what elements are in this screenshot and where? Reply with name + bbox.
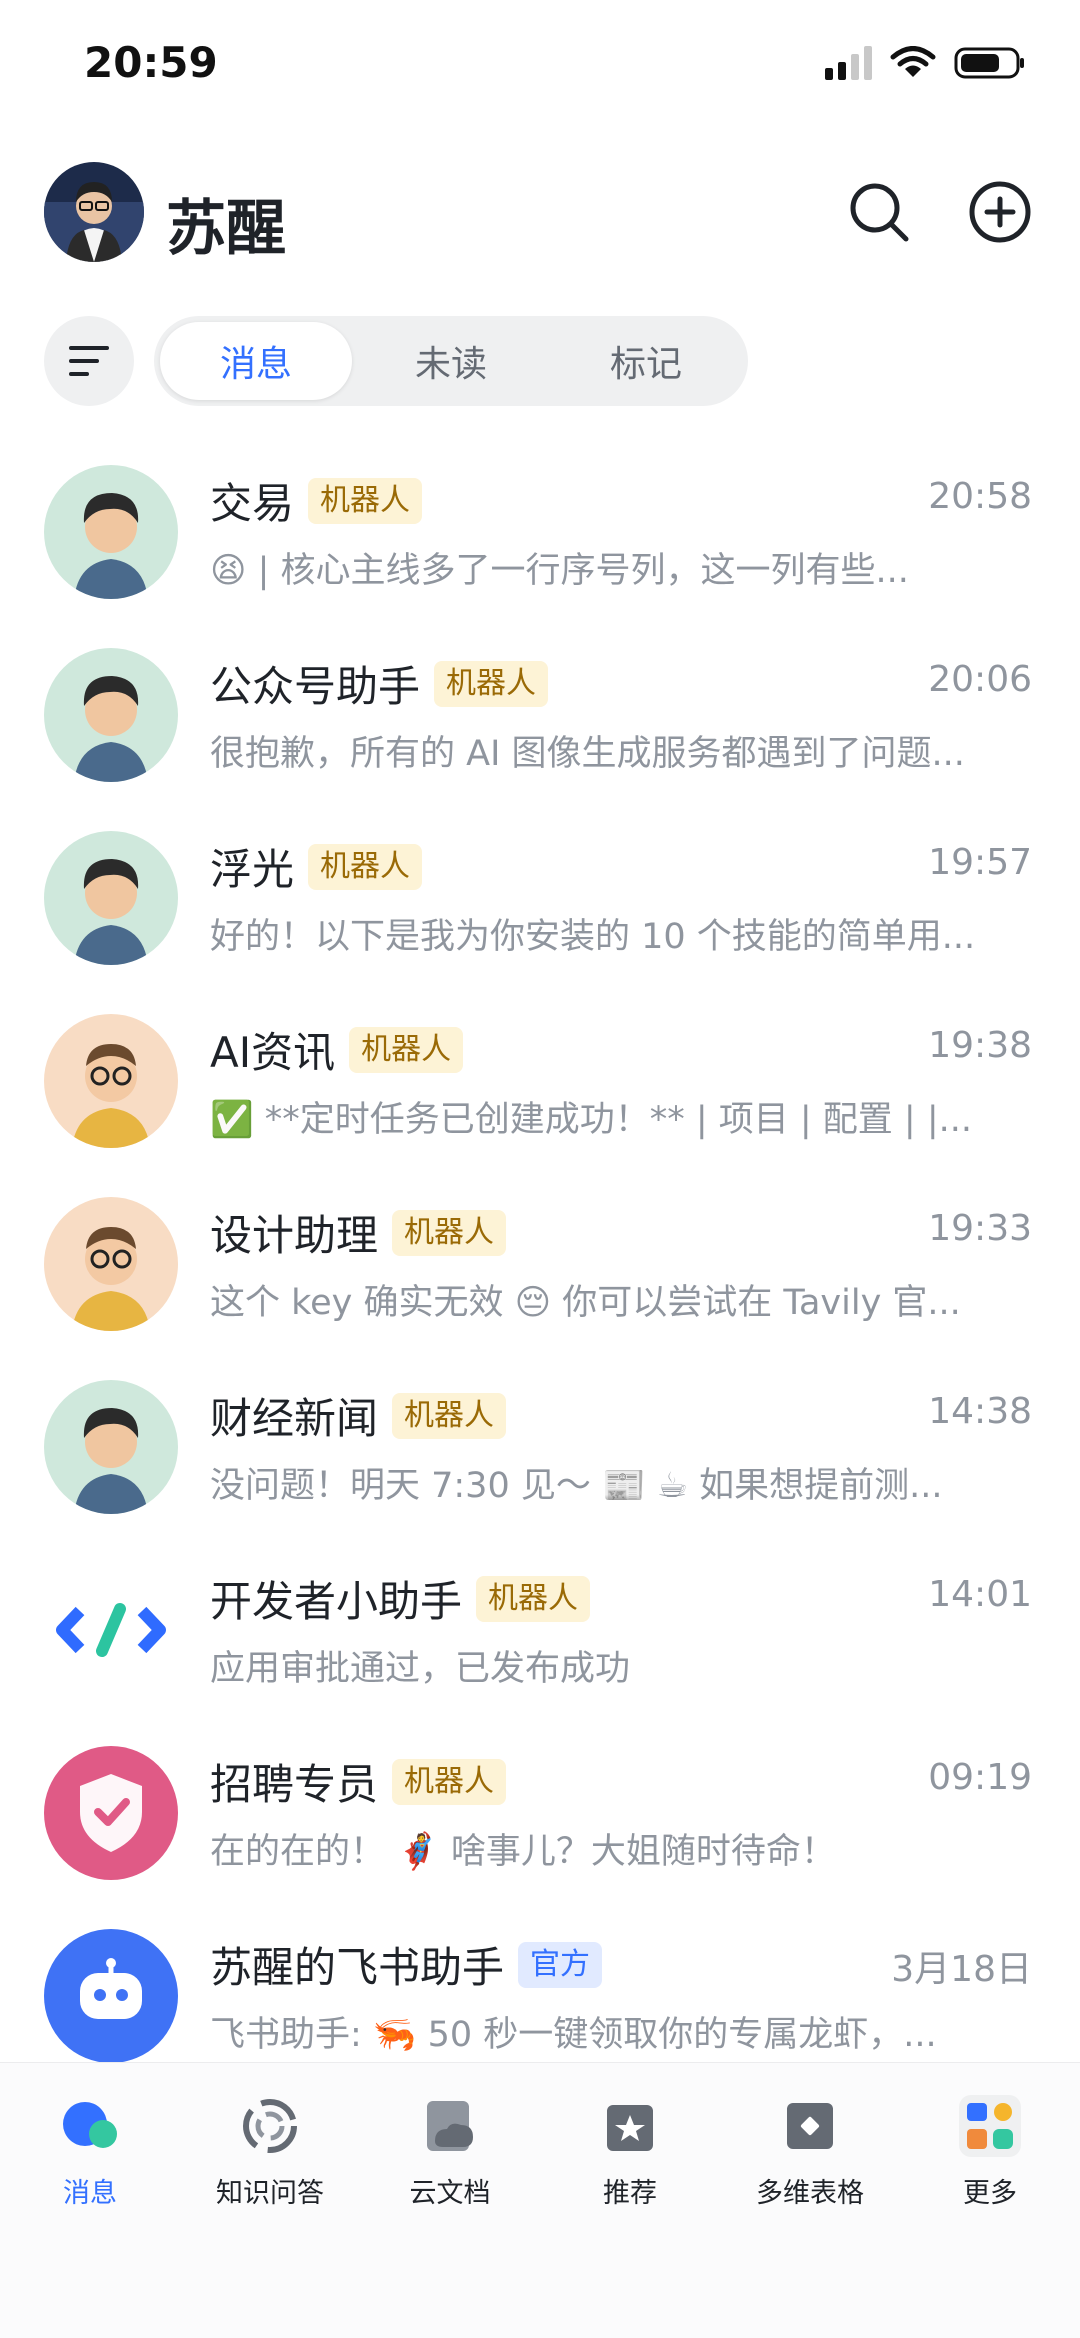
search-button[interactable]	[841, 174, 917, 250]
chat-name: AI资讯 机器人	[210, 1019, 464, 1080]
chat-preview: 没问题！明天 7:30 见～ 📰 ☕ 如果想提前测...	[210, 1466, 943, 1506]
bot-tag: 机器人	[308, 843, 423, 890]
user-avatar[interactable]	[44, 162, 144, 262]
chat-item[interactable]: 财经新闻 机器人 14:38 没问题！明天 7:30 见～ 📰 ☕ 如果想提前测.…	[0, 1365, 1080, 1548]
chat-name: 设计助理 机器人	[210, 1202, 507, 1263]
bot-tag: 机器人	[392, 1392, 507, 1439]
header: 苏醒	[0, 160, 1080, 270]
chat-item[interactable]: AI资讯 机器人 19:38 ✅ **定时任务已创建成功！** | 项目 | 配置…	[0, 999, 1080, 1182]
chat-time: 20:06	[928, 659, 1032, 700]
chat-name: 财经新闻 机器人	[210, 1385, 507, 1446]
search-icon	[850, 183, 909, 242]
chat-time: 14:38	[928, 1391, 1032, 1432]
chat-name: 苏醒的飞书助手 官方	[210, 1934, 603, 1995]
avatar	[44, 648, 178, 782]
filter-row: 消息 未读 标记	[0, 316, 1080, 406]
filter-lines-icon	[69, 346, 109, 376]
avatar	[44, 1929, 178, 2063]
nav-messages[interactable]: 消息	[0, 2093, 180, 2210]
chat-preview: ✅ **定时任务已创建成功！** | 项目 | 配置 | |...	[210, 1100, 973, 1140]
chat-list: 交易 机器人 20:58 😫 | 核心主线多了一行序号列，这一列有些... 公众号…	[0, 450, 1080, 2097]
nav-recommend[interactable]: 推荐	[540, 2093, 720, 2210]
tab-messages[interactable]: 消息	[160, 322, 352, 400]
chat-preview: 很抱歉，所有的 AI 图像生成服务都遇到了问题...	[210, 734, 965, 774]
chat-preview: 😫 | 核心主线多了一行序号列，这一列有些...	[210, 551, 909, 591]
chat-name: 开发者小助手 机器人	[210, 1568, 591, 1629]
status-time: 20:59	[84, 38, 218, 87]
chat-item[interactable]: 交易 机器人 20:58 😫 | 核心主线多了一行序号列，这一列有些...	[0, 450, 1080, 633]
segmented-control: 消息 未读 标记	[154, 316, 748, 406]
bot-tag: 机器人	[392, 1209, 507, 1256]
status-bar: 20:59	[0, 0, 1080, 135]
avatar	[44, 831, 178, 965]
chat-time: 19:38	[928, 1025, 1032, 1066]
chat-name: 公众号助手 机器人	[210, 653, 549, 714]
plus-circle-icon	[969, 181, 1031, 243]
tab-marked[interactable]: 标记	[550, 322, 742, 400]
avatar	[44, 1380, 178, 1514]
nav-knowledge-qa[interactable]: 知识问答	[180, 2093, 360, 2210]
bot-tag: 机器人	[349, 1026, 464, 1073]
nav-label: 多维表格	[756, 2178, 864, 2209]
chat-item[interactable]: 开发者小助手 机器人 14:01 应用审批通过，已发布成功	[0, 1548, 1080, 1731]
nav-more[interactable]: 更多	[900, 2093, 1080, 2210]
chat-preview: 在的在的！ 🦸 啥事儿？大姐随时待命！	[210, 1832, 836, 1872]
chat-preview: 好的！以下是我为你安装的 10 个技能的简单用...	[210, 917, 976, 957]
nav-label: 云文档	[409, 2178, 491, 2209]
table-icon	[777, 2093, 843, 2159]
avatar	[44, 1014, 178, 1148]
bot-tag: 机器人	[434, 660, 549, 707]
nav-label: 消息	[63, 2178, 117, 2209]
chat-time: 09:19	[928, 1757, 1032, 1798]
avatar	[44, 1563, 178, 1697]
chat-time: 14:01	[928, 1574, 1032, 1615]
tab-unread[interactable]: 未读	[355, 322, 547, 400]
chat-bubble-icon	[57, 2093, 123, 2159]
chat-time: 20:58	[928, 476, 1032, 517]
chat-item[interactable]: 公众号助手 机器人 20:06 很抱歉，所有的 AI 图像生成服务都遇到了问题..…	[0, 633, 1080, 816]
apps-grid-icon	[957, 2093, 1023, 2159]
status-icons	[825, 46, 1026, 80]
cloud-doc-icon	[417, 2093, 483, 2159]
chat-preview: 应用审批通过，已发布成功	[210, 1649, 631, 1689]
chat-time: 19:57	[928, 842, 1032, 883]
add-button[interactable]	[962, 174, 1038, 250]
bottom-nav: 消息 知识问答 云文档 推荐 多维表格 更多	[0, 2062, 1080, 2338]
battery-icon	[954, 47, 1024, 79]
star-card-icon	[597, 2093, 663, 2159]
avatar	[44, 1197, 178, 1331]
chat-item[interactable]: 浮光 机器人 19:57 好的！以下是我为你安装的 10 个技能的简单用...	[0, 816, 1080, 999]
wifi-icon	[890, 46, 936, 77]
bot-tag: 机器人	[476, 1575, 591, 1622]
swirl-icon	[237, 2093, 303, 2159]
avatar	[44, 1746, 178, 1880]
official-tag: 官方	[518, 1941, 603, 1988]
avatar	[44, 465, 178, 599]
chat-time: 19:33	[928, 1208, 1032, 1249]
chat-name: 招聘专员 机器人	[210, 1751, 507, 1812]
chat-preview: 飞书助手: 🦐 50 秒一键领取你的专属龙虾，...	[210, 2015, 937, 2055]
chat-item[interactable]: 招聘专员 机器人 09:19 在的在的！ 🦸 啥事儿？大姐随时待命！	[0, 1731, 1080, 1914]
bot-tag: 机器人	[308, 477, 423, 524]
chat-name: 交易 机器人	[210, 470, 423, 531]
chat-preview: 这个 key 确实无效 😔 你可以尝试在 Tavily 官...	[210, 1283, 961, 1323]
filter-menu-button[interactable]	[44, 316, 134, 406]
nav-label: 推荐	[603, 2178, 657, 2209]
nav-cloud-docs[interactable]: 云文档	[360, 2093, 540, 2210]
nav-label: 知识问答	[216, 2178, 324, 2209]
chat-name: 浮光 机器人	[210, 836, 423, 897]
nav-label: 更多	[963, 2178, 1017, 2209]
chat-time: 3月18日	[891, 1949, 1032, 1990]
chat-item[interactable]: 设计助理 机器人 19:33 这个 key 确实无效 😔 你可以尝试在 Tavil…	[0, 1182, 1080, 1365]
nav-bitable[interactable]: 多维表格	[720, 2093, 900, 2210]
cellular-signal-icon	[825, 46, 872, 80]
page-title: 苏醒	[166, 194, 286, 264]
bot-tag: 机器人	[392, 1758, 507, 1805]
